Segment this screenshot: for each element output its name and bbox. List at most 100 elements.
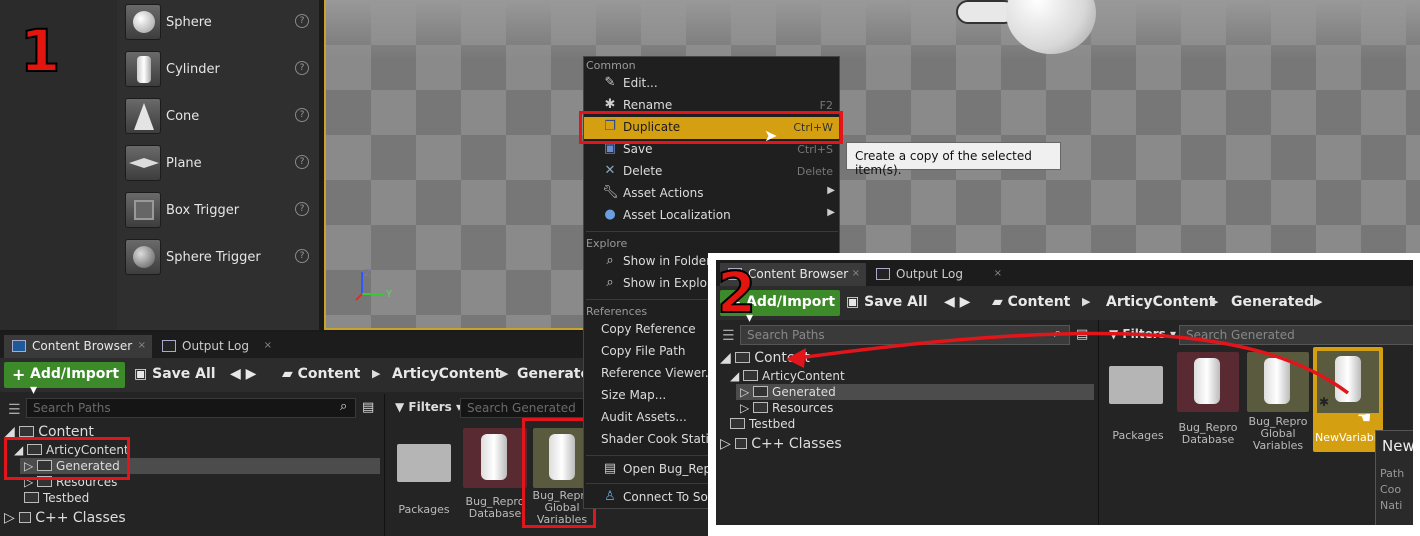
tree-label: C++ Classes bbox=[35, 510, 126, 526]
breadcrumb-label: Content bbox=[297, 366, 361, 382]
asset-label: Packages bbox=[398, 503, 450, 516]
asset-bug-repro-database[interactable] bbox=[463, 428, 527, 488]
tab-content-browser[interactable]: Content Browser × bbox=[4, 335, 152, 358]
menu-label: Size Map... bbox=[601, 388, 667, 402]
shortcut: Ctrl+S bbox=[797, 143, 833, 156]
place-item-cone[interactable]: Cone ? bbox=[123, 96, 313, 136]
place-item-label: Cone bbox=[166, 109, 200, 124]
menu-divider bbox=[586, 231, 838, 232]
search-generated-input[interactable]: Search Generated bbox=[460, 398, 590, 418]
tree-cpp-classes[interactable]: ▷ C++ Classes bbox=[4, 510, 126, 526]
help-icon[interactable]: ? bbox=[295, 108, 309, 122]
menu-label: Shader Cook Statist bbox=[601, 432, 720, 446]
options-icon[interactable]: ▤ bbox=[362, 400, 374, 415]
menu-item-asset-actions[interactable]: 🔧︎ Asset Actions ▶ bbox=[584, 183, 839, 205]
asset-packages-folder[interactable] bbox=[393, 432, 455, 512]
menu-label: Asset Localization bbox=[623, 208, 731, 222]
filters-button[interactable]: ▼ Filters ▾ bbox=[395, 400, 462, 414]
place-item-label: Sphere Trigger bbox=[166, 250, 261, 265]
menu-section-common: Common bbox=[586, 59, 636, 72]
menu-label: Copy Reference bbox=[601, 322, 696, 336]
menu-item-delete[interactable]: ✕ Delete Delete bbox=[584, 161, 839, 183]
menu-label: Show in Folder bbox=[623, 254, 712, 268]
nav-back-forward[interactable]: ◀ ▶ bbox=[230, 366, 256, 382]
submenu-arrow-icon: ▶ bbox=[827, 207, 835, 218]
place-item-label: Plane bbox=[166, 156, 202, 171]
tree-testbed[interactable]: Testbed bbox=[24, 491, 89, 505]
menu-label: Audit Assets... bbox=[601, 410, 687, 424]
breadcrumb-articycontent[interactable]: ArticyContent bbox=[392, 366, 501, 382]
add-import-button[interactable]: + Add/Import ▾ bbox=[4, 362, 125, 398]
menu-label: Reference Viewer... bbox=[601, 366, 717, 380]
place-item-sphere[interactable]: Sphere ? bbox=[123, 2, 313, 42]
tab-label: Output Log bbox=[182, 339, 249, 353]
menu-label: Open Bug_Repr bbox=[623, 462, 717, 476]
sphere-thumbnail bbox=[125, 4, 161, 40]
sources-toggle-icon[interactable]: ☰ bbox=[8, 402, 21, 418]
plane-thumbnail bbox=[125, 145, 161, 181]
help-icon[interactable]: ? bbox=[295, 155, 309, 169]
close-icon[interactable]: × bbox=[264, 340, 272, 351]
filters-label: Filters bbox=[408, 400, 452, 414]
place-item-sphere-trigger[interactable]: Sphere Trigger ? bbox=[123, 237, 313, 277]
data-asset-icon bbox=[481, 434, 507, 480]
menu-label: Rename bbox=[623, 98, 673, 112]
menu-label: Connect To Sou bbox=[623, 490, 716, 504]
help-icon[interactable]: ? bbox=[295, 202, 309, 216]
sphere-trigger-thumbnail bbox=[125, 239, 161, 275]
content-browser-2-frame: Content Browser × Output Log × + Add/Impo… bbox=[708, 253, 1420, 536]
viewport-sky bbox=[326, 0, 1420, 60]
menu-label: Delete bbox=[623, 164, 663, 178]
cylinder-thumbnail bbox=[125, 51, 161, 87]
menu-label: Save bbox=[623, 142, 653, 156]
step-1-label: 1 bbox=[19, 17, 61, 85]
tooltip: Create a copy of the selected item(s). bbox=[846, 142, 1061, 177]
globe-icon: ● bbox=[604, 207, 616, 222]
plus-icon: + bbox=[12, 365, 26, 384]
magnifier-icon: ⌕ bbox=[606, 253, 614, 268]
save-all-button[interactable]: ▣ Save All bbox=[134, 366, 216, 382]
place-item-plane[interactable]: Plane ? bbox=[123, 143, 313, 183]
submenu-arrow-icon: ▶ bbox=[827, 185, 835, 196]
place-item-box-trigger[interactable]: Box Trigger ? bbox=[123, 190, 313, 230]
folder-icon bbox=[397, 444, 451, 482]
place-actors-list: Sphere ? Cylinder ? Cone ? Plane ? Box T… bbox=[117, 0, 320, 330]
document-icon: ▤ bbox=[603, 461, 617, 476]
folder-icon bbox=[24, 492, 39, 503]
chevron-right-icon: ▶ bbox=[500, 367, 509, 380]
axis-y-label: Y bbox=[385, 289, 393, 300]
place-item-label: Box Trigger bbox=[166, 203, 240, 218]
search-paths-input[interactable]: Search Paths bbox=[26, 398, 356, 418]
menu-label: Edit... bbox=[623, 76, 658, 90]
cone-thumbnail bbox=[125, 98, 161, 134]
mouse-cursor-icon: ➤ bbox=[764, 126, 778, 145]
chevron-right-icon: ▶ bbox=[372, 367, 381, 380]
menu-item-asset-localization[interactable]: ● Asset Localization ▶ bbox=[584, 205, 839, 227]
box-trigger-thumbnail bbox=[125, 192, 161, 228]
search-icon: ⌕ bbox=[340, 399, 348, 414]
output-log-icon bbox=[162, 340, 176, 352]
menu-label: Asset Actions bbox=[623, 186, 704, 200]
step-2-label: 2 bbox=[716, 261, 757, 326]
save-all-label: Save All bbox=[152, 366, 216, 382]
tree-label: Testbed bbox=[43, 491, 90, 505]
help-icon[interactable]: ? bbox=[295, 249, 309, 263]
menu-label: Copy File Path bbox=[601, 344, 686, 358]
menu-item-edit[interactable]: ✎ Edit... bbox=[584, 73, 839, 95]
shortcut: Delete bbox=[796, 165, 833, 178]
menu-label: Show in Explore bbox=[623, 276, 719, 290]
place-item-label: Sphere bbox=[166, 15, 212, 30]
annotation-box-generated bbox=[4, 437, 130, 480]
place-item-cylinder[interactable]: Cylinder ? bbox=[123, 49, 313, 89]
add-import-label: Add/Import bbox=[30, 366, 120, 382]
edit-icon: ✎ bbox=[604, 75, 616, 90]
help-icon[interactable]: ? bbox=[295, 61, 309, 75]
folder-icon bbox=[19, 426, 35, 437]
close-icon[interactable]: × bbox=[138, 340, 146, 351]
asset-label: Bug_Repro Database bbox=[465, 495, 525, 520]
tab-output-log[interactable]: Output Log × bbox=[154, 335, 278, 358]
menu-section-references: References bbox=[586, 305, 648, 318]
place-item-label: Cylinder bbox=[166, 62, 220, 77]
help-icon[interactable]: ? bbox=[295, 14, 309, 28]
breadcrumb-content[interactable]: ▰ Content bbox=[282, 366, 360, 382]
